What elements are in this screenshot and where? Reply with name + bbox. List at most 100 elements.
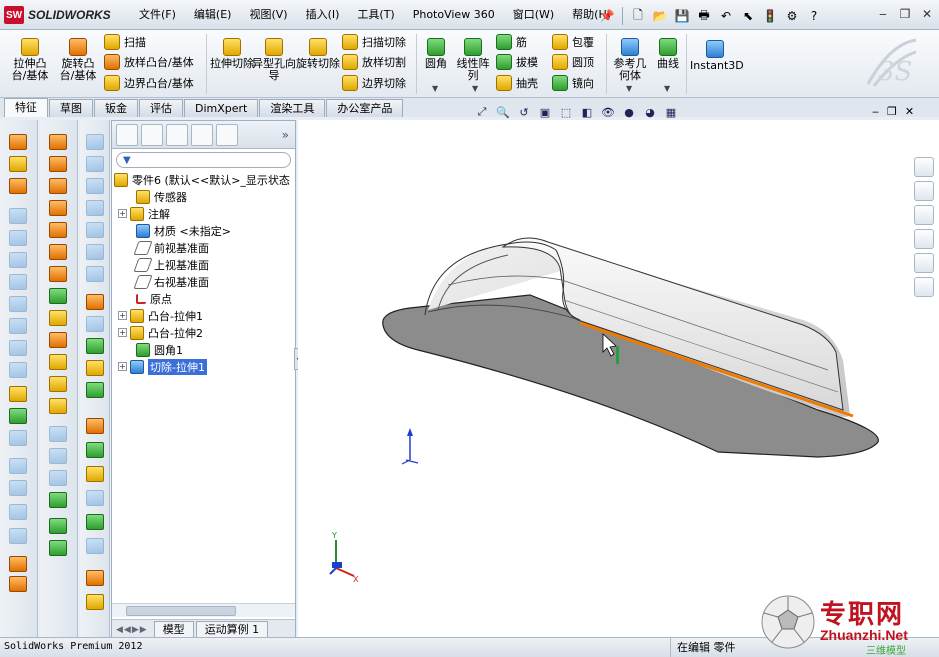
linear-pattern-button[interactable]: 线性阵列 <box>454 38 492 82</box>
toolbar-icon[interactable] <box>9 362 27 378</box>
menu-insert[interactable]: 插入(I) <box>297 0 349 30</box>
fillet-dropdown-icon[interactable]: ▼ <box>432 84 438 93</box>
tree-item-fillet1[interactable]: 圆角1 <box>114 341 295 358</box>
toolbar-icon[interactable] <box>86 594 104 610</box>
toolbar-icon[interactable] <box>49 376 67 392</box>
toolbar-icon[interactable] <box>49 332 67 348</box>
toolbar-icon[interactable] <box>86 178 104 194</box>
lofted-cut-button[interactable]: 放样切割 <box>342 53 406 71</box>
tab-model[interactable]: 模型 <box>153 621 194 638</box>
toolbar-icon[interactable] <box>49 134 67 150</box>
new-document-icon[interactable]: 🗋 <box>628 6 648 26</box>
graphics-viewport[interactable]: Y X <box>298 120 939 637</box>
print-icon[interactable]: 🖶 <box>694 6 714 26</box>
expand-icon[interactable]: + <box>118 311 127 320</box>
view-settings-icon[interactable]: ▦ <box>663 104 679 120</box>
curves-button[interactable]: 曲线 <box>652 38 684 70</box>
toolbar-icon[interactable] <box>49 518 67 534</box>
minimize-icon[interactable]: ‒ <box>872 105 879 118</box>
revolve-cut-button[interactable]: 旋转切除 <box>296 38 340 70</box>
toolbar-icon[interactable] <box>9 318 27 334</box>
toolbar-icon[interactable] <box>86 134 104 150</box>
tree-item-annotations[interactable]: + 注解 <box>114 205 295 222</box>
appearances-icon[interactable] <box>914 253 934 273</box>
tree-filter-input[interactable]: ▼ <box>116 152 291 168</box>
toolbar-icon[interactable] <box>9 458 27 474</box>
tree-item-material[interactable]: 材质 <未指定> <box>114 222 295 239</box>
toolbar-icon[interactable] <box>9 556 27 572</box>
custom-properties-icon[interactable] <box>914 277 934 297</box>
tree-item-top-plane[interactable]: 上视基准面 <box>114 256 295 273</box>
toolbar-icon[interactable] <box>86 538 104 554</box>
toolbar-icon[interactable] <box>86 244 104 260</box>
toolbar-icon[interactable] <box>9 430 27 446</box>
toolbar-icon[interactable] <box>86 200 104 216</box>
curves-dropdown-icon[interactable]: ▼ <box>664 84 670 93</box>
display-style-icon[interactable]: ◧ <box>579 104 595 120</box>
toolbar-icon[interactable] <box>9 134 27 150</box>
toolbar-icon[interactable] <box>86 266 104 282</box>
fillet-button[interactable]: 圆角 <box>420 38 452 70</box>
tree-item-cut-extrude1[interactable]: + 切除-拉伸1 <box>114 358 295 375</box>
tab-evaluate[interactable]: 评估 <box>139 99 183 117</box>
menu-file[interactable]: 文件(F) <box>130 0 185 30</box>
tab-office-products[interactable]: 办公室产品 <box>326 99 404 117</box>
boundary-cut-button[interactable]: 边界切除 <box>342 74 406 92</box>
toolbar-icon[interactable] <box>86 316 104 332</box>
draft-button[interactable]: 拔模 <box>496 53 538 71</box>
tab-sheet-metal[interactable]: 钣金 <box>94 99 138 117</box>
toolbar-icon[interactable] <box>86 418 104 434</box>
file-explorer-icon[interactable] <box>914 205 934 225</box>
help-icon[interactable]: ? <box>804 6 824 26</box>
display-manager-tab-icon[interactable] <box>216 123 238 146</box>
restore-icon[interactable]: ❐ <box>897 5 913 23</box>
reference-geometry-button[interactable]: 参考几何体 <box>610 38 650 82</box>
view-orientation-icon[interactable]: ⬚ <box>558 104 574 120</box>
toolbar-icon[interactable] <box>86 294 104 310</box>
tree-root[interactable]: 零件6 (默认<<默认>_显示状态 <box>114 171 295 188</box>
toolbar-icon[interactable] <box>49 540 67 556</box>
toolbar-icon[interactable] <box>49 178 67 194</box>
toolbar-icon[interactable] <box>49 222 67 238</box>
toolbar-icon[interactable] <box>49 310 67 326</box>
toolbar-icon[interactable] <box>49 156 67 172</box>
options-icon[interactable]: ⚙ <box>782 6 802 26</box>
scroll-thumb[interactable] <box>126 606 236 616</box>
expand-icon[interactable]: + <box>118 209 127 218</box>
close-icon[interactable]: ✕ <box>919 5 935 23</box>
tab-features[interactable]: 特征 <box>4 98 48 117</box>
pattern-dropdown-icon[interactable]: ▼ <box>472 84 478 93</box>
toolbar-icon[interactable] <box>49 266 67 282</box>
extrude-cut-button[interactable]: 拉伸切除 <box>210 38 254 70</box>
menu-window[interactable]: 窗口(W) <box>504 0 563 30</box>
minimize-icon[interactable]: ‒ <box>875 5 891 23</box>
hide-show-icon[interactable]: 👁 <box>600 104 616 120</box>
toolbar-icon[interactable] <box>9 252 27 268</box>
toolbar-icon[interactable] <box>49 470 67 486</box>
toolbar-icon[interactable] <box>86 382 104 398</box>
pin-icon[interactable]: 📌 <box>597 6 617 26</box>
view-triad-icon[interactable]: Y X <box>329 531 359 584</box>
mirror-button[interactable]: 镜向 <box>552 74 594 92</box>
menu-edit[interactable]: 编辑(E) <box>185 0 241 30</box>
toolbar-icon[interactable] <box>49 200 67 216</box>
tree-item-sensors[interactable]: 传感器 <box>114 188 295 205</box>
menu-tools[interactable]: 工具(T) <box>348 0 403 30</box>
toolbar-icon[interactable] <box>9 504 27 520</box>
toolbar-icon[interactable] <box>86 490 104 506</box>
toolbar-icon[interactable] <box>9 528 27 544</box>
horizontal-scrollbar[interactable] <box>112 603 295 617</box>
boundary-boss-button[interactable]: 边界凸台/基体 <box>104 74 194 92</box>
toolbar-icon[interactable] <box>9 296 27 312</box>
configuration-tab-icon[interactable] <box>166 123 188 146</box>
shell-button[interactable]: 抽壳 <box>496 74 538 92</box>
solidworks-logo[interactable]: SW SOLIDWORKS <box>4 6 111 24</box>
toolbar-icon[interactable] <box>9 178 27 194</box>
dome-button[interactable]: 圆顶 <box>552 53 594 71</box>
toolbar-icon[interactable] <box>49 426 67 442</box>
toolbar-icon[interactable] <box>49 244 67 260</box>
toolbar-icon[interactable] <box>86 338 104 354</box>
expand-icon[interactable]: + <box>118 328 127 337</box>
toolbar-icon[interactable] <box>49 448 67 464</box>
loft-button[interactable]: 放样凸台/基体 <box>104 53 194 71</box>
